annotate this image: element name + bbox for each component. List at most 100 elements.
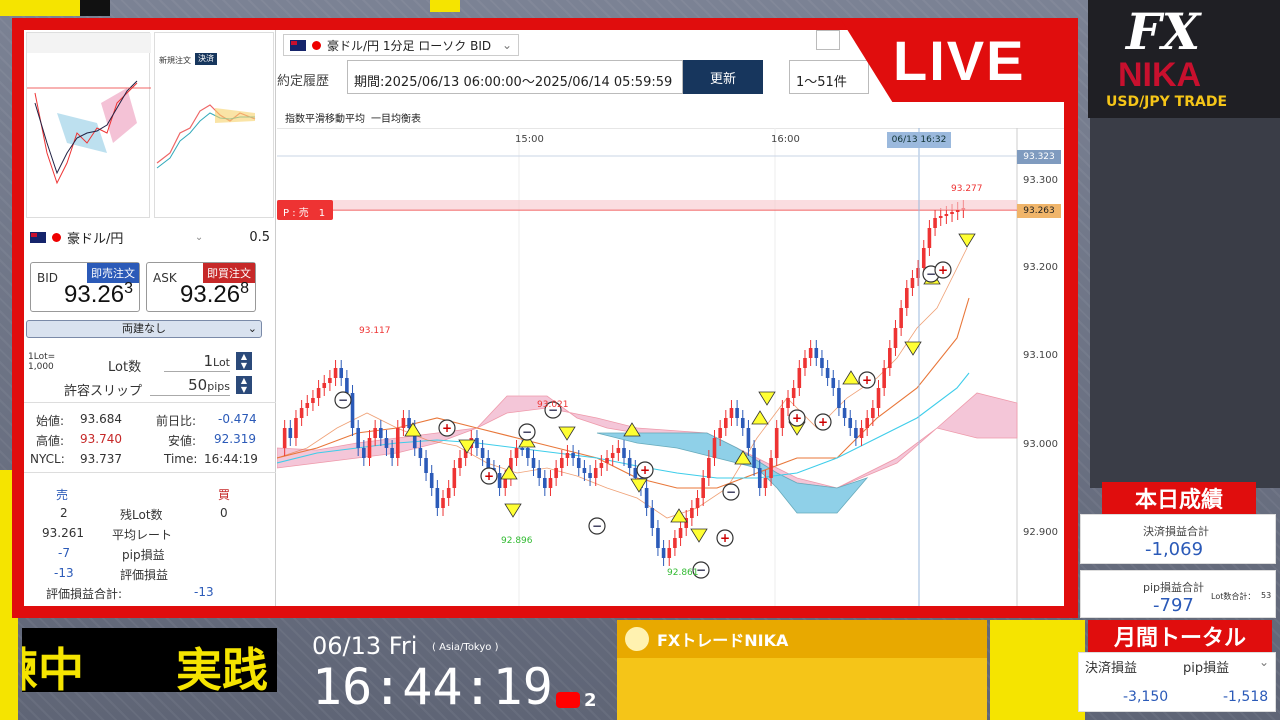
chat-author: FXトレードNIKA [657, 631, 789, 650]
svg-text:+: + [792, 411, 802, 425]
ask-label: ASK [153, 271, 177, 285]
symbol-name: 豪ドル/円 [67, 231, 124, 247]
pip-value: -797 [1153, 595, 1194, 616]
update-button[interactable]: 更新 [683, 60, 763, 94]
chart-symbol-select[interactable]: 豪ドル/円 1分足 ローソク BID ⌄ [283, 34, 519, 56]
ask-box[interactable]: ASK 即買注文 93.268 [146, 262, 256, 312]
clock-time: 16:44:19 [312, 658, 553, 716]
month-card: 決済損益 pip損益 -3,150 -1,518 ⌄ [1078, 652, 1276, 712]
order-panel: 新規注文 決済 豪ドル/円 ⌄ 0.5 BID 即売注文 93.263 ASK … [24, 30, 276, 606]
svg-text:−: − [592, 519, 602, 533]
price-tick: 93.000 [1023, 439, 1058, 450]
price-tick: 93.200 [1023, 262, 1058, 273]
history-label[interactable]: 約定履歴 [277, 70, 329, 89]
svg-text:−: − [726, 485, 736, 499]
price-label: 93.117 [359, 326, 391, 336]
thumbnail-chart-1[interactable] [26, 32, 151, 218]
open-label: 始値: [36, 414, 65, 428]
price-tick: 93.300 [1023, 175, 1058, 186]
lot-stepper[interactable]: ▲ ▼ [236, 352, 252, 370]
indicator-ema[interactable]: 指数平滑移動平均 [285, 110, 365, 125]
settled-card: 決済損益合計 -1,069 [1080, 514, 1276, 564]
channel-logo: FX NIKA USD/JPY TRADE [1088, 0, 1280, 118]
price-tag-current: 93.263 [1017, 204, 1061, 218]
month-settled-value: -3,150 [1123, 689, 1169, 705]
thumbnail-chart-2[interactable]: 新規注文 決済 [154, 32, 274, 218]
slip-value: 50 [188, 376, 208, 394]
lot-input[interactable]: 1Lot [164, 352, 230, 372]
price-label: 93.021 [537, 400, 569, 410]
settled-label: 決済損益合計 [1143, 525, 1209, 538]
prev-label: 前日比: [156, 414, 197, 428]
chart-area: 豪ドル/円 1分足 ローソク BID ⌄ 約定履歴 期間:2025/06/13 … [277, 30, 1064, 606]
indicator-ichimoku[interactable]: 一目均衡表 [371, 110, 421, 125]
aud-flag-icon [30, 231, 46, 243]
month-header: 月間トータル [1088, 620, 1272, 652]
eval-sell: -13 [54, 566, 74, 580]
chevron-down-icon[interactable]: ⌄ [1259, 655, 1269, 669]
slip-input[interactable]: 50pips [150, 376, 230, 396]
cursor-time-label: 06/13 16:32 [887, 132, 951, 148]
bid-box[interactable]: BID 即売注文 93.263 [30, 262, 140, 312]
low-label: 92.861 [667, 568, 699, 578]
nycl-label: NYCL: [30, 452, 65, 466]
avg-label: 平均レート [112, 528, 173, 542]
svg-text:+: + [862, 373, 872, 387]
lot-unit: Lot [213, 356, 230, 369]
slip-label: 許容スリップ [64, 384, 143, 399]
slip-unit: pips [207, 380, 230, 393]
price-tick: 92.900 [1023, 527, 1058, 538]
svg-text:−: − [522, 425, 532, 439]
chat-author-bar: FXトレードNIKA [617, 620, 987, 658]
pip-label: pip損益合計 [1143, 581, 1205, 594]
bid-price-main: 93.26 [64, 281, 125, 308]
thumbnail-tab: 新規注文 [159, 56, 191, 65]
trades-value: 53 [1261, 591, 1272, 600]
high-label: 93.277 [951, 184, 983, 194]
ask-price: 93.268 [180, 280, 249, 309]
jpy-flag-icon [312, 40, 321, 50]
price-tick: 93.100 [1023, 350, 1058, 361]
hedge-select[interactable]: 両建なし ⌄ [26, 320, 262, 338]
time-tick: 15:00 [515, 134, 544, 145]
svg-text:+: + [640, 463, 650, 477]
prev-value: -0.474 [218, 412, 257, 426]
pip-card: pip損益合計 -797 Lot数合計： 53 [1080, 570, 1276, 618]
position-label: P : 売 1 [283, 208, 326, 219]
svg-text:−: − [338, 393, 348, 407]
logo-name: NIKA [1118, 56, 1202, 94]
avatar [625, 627, 649, 651]
chart-symbol-label: 豪ドル/円 1分足 ローソク BID [327, 38, 492, 53]
lot-note: 1Lot= 1,000 [28, 352, 56, 372]
chevron-down-icon: ⌄ [247, 322, 257, 335]
ticker: 練中 実践 [22, 628, 277, 692]
spread-value: 0.5 [249, 229, 270, 245]
low-value: 92.319 [214, 432, 256, 446]
month-pip-value: -1,518 [1223, 689, 1269, 705]
time-value: 16:44:19 [204, 452, 258, 466]
youtube-icon [556, 692, 580, 708]
ask-price-main: 93.26 [180, 281, 241, 308]
candlestick-chart[interactable]: −++−−−+−+−+ ++− + [277, 128, 1064, 606]
avg-sell: 93.261 [42, 526, 84, 540]
menu-icon[interactable] [816, 30, 840, 50]
viewer-count: 2 [584, 690, 597, 711]
deco-bar [80, 0, 110, 16]
range-select[interactable]: 1〜51件 [789, 60, 869, 94]
period-field[interactable]: 期間:2025/06/13 06:00:00〜2025/06/14 05:59:… [347, 60, 683, 94]
clock-date: 06/13 Fri [312, 632, 418, 660]
clock-widget: 06/13 Fri ( Asia/Tokyo ) 16:44:19 2 [300, 620, 610, 720]
lots-label: 残Lot数 [120, 508, 163, 522]
bid-price-pip: 3 [124, 280, 133, 297]
total-value: -13 [194, 585, 214, 599]
clock-timezone: ( Asia/Tokyo ) [432, 642, 499, 653]
month-pip-label: pip損益 [1183, 661, 1230, 676]
lot-label: Lot数 [108, 360, 142, 375]
slip-stepper[interactable]: ▲ ▼ [236, 376, 252, 394]
thumbnail-button[interactable]: 決済 [195, 53, 217, 65]
bid-price: 93.263 [64, 280, 133, 309]
symbol-selector[interactable]: 豪ドル/円 ⌄ 0.5 [30, 226, 270, 248]
hedge-select-value: 両建なし [122, 322, 166, 335]
deco-bar [430, 0, 460, 12]
logo-fx: FX [1126, 2, 1201, 61]
